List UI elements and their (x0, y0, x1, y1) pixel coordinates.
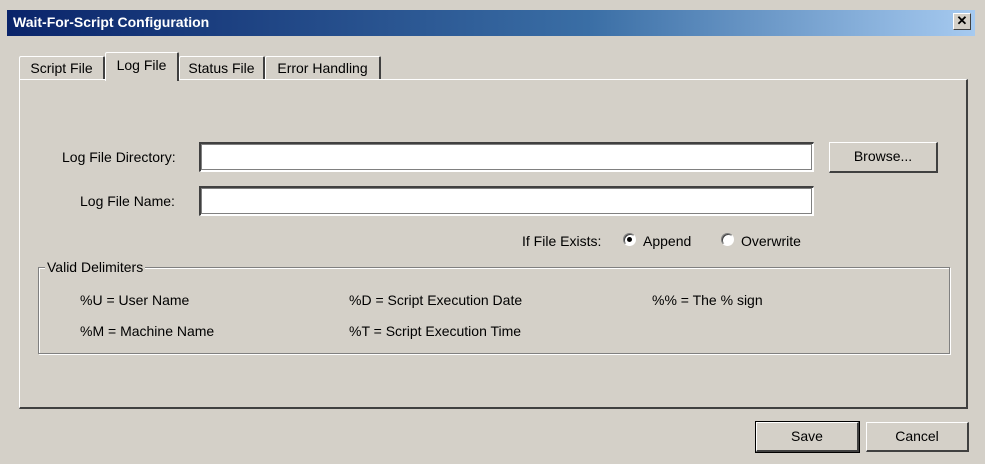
log-file-name-input[interactable] (199, 186, 814, 216)
append-label[interactable]: Append (643, 233, 691, 249)
cancel-button[interactable]: Cancel (866, 422, 969, 452)
tab-error-handling[interactable]: Error Handling (265, 56, 381, 80)
delimiter-execution-date: %D = Script Execution Date (349, 292, 523, 308)
delimiter-percent-sign: %% = The % sign (652, 292, 763, 308)
close-icon: ✕ (956, 13, 968, 28)
delimiter-user-name: %U = User Name (80, 292, 190, 308)
save-button[interactable]: Save (755, 421, 860, 453)
delimiter-machine-name: %M = Machine Name (80, 323, 215, 339)
close-button[interactable]: ✕ (953, 13, 971, 30)
tab-status-file[interactable]: Status File (179, 56, 265, 80)
browse-button[interactable]: Browse... (829, 142, 938, 173)
tab-log-file[interactable]: Log File (105, 52, 179, 81)
if-file-exists-label: If File Exists: (522, 233, 602, 249)
dialog-window: Wait-For-Script Configuration ✕ Script F… (0, 0, 985, 464)
title-bar[interactable]: Wait-For-Script Configuration ✕ (7, 10, 975, 36)
tab-script-file[interactable]: Script File (19, 56, 105, 80)
radio-selected-dot (627, 237, 632, 242)
append-radio[interactable] (623, 233, 636, 246)
valid-delimiters-group: Valid Delimiters %U = User Name %D = Scr… (38, 259, 950, 354)
log-file-directory-input[interactable] (199, 142, 814, 172)
delimiter-execution-time: %T = Script Execution Time (349, 323, 522, 339)
valid-delimiters-title: Valid Delimiters (45, 259, 146, 275)
overwrite-label[interactable]: Overwrite (741, 233, 801, 249)
overwrite-radio[interactable] (721, 233, 734, 246)
log-file-panel: Log File Directory: Browse... Log File N… (19, 79, 968, 409)
log-file-directory-label: Log File Directory: (62, 149, 176, 165)
window-title: Wait-For-Script Configuration (13, 14, 210, 30)
log-file-name-label: Log File Name: (80, 193, 175, 209)
